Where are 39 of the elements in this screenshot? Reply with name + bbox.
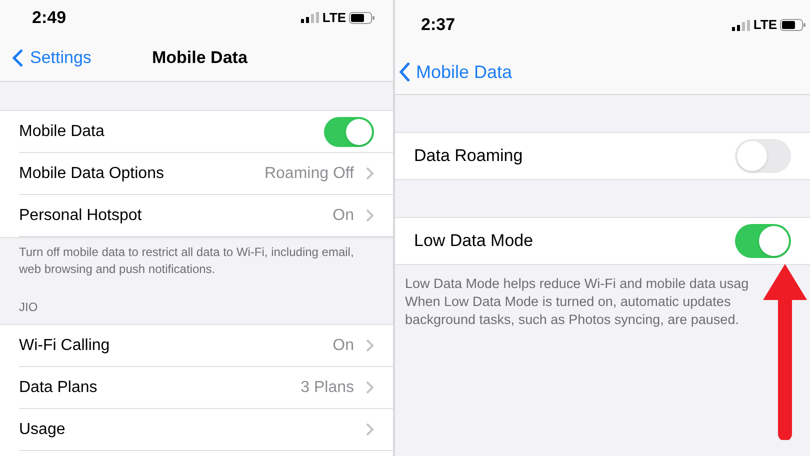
chevron-icon xyxy=(366,381,374,394)
back-chevron-icon xyxy=(12,48,24,68)
back-button[interactable]: Mobile Data xyxy=(395,58,512,86)
signal-icon xyxy=(732,20,750,30)
back-button[interactable]: Settings xyxy=(0,45,92,71)
row-value: On xyxy=(332,206,354,226)
row-label: Mobile Data xyxy=(19,122,106,142)
row-label: Low Data Mode xyxy=(414,230,534,252)
row-label: Usage xyxy=(19,420,66,440)
back-chevron-icon xyxy=(399,61,411,83)
footer-text-line: Low Data Mode helps reduce Wi-Fi and mobile data usag xyxy=(405,275,749,293)
toggle-switch[interactable] xyxy=(735,224,791,258)
battery-icon xyxy=(349,12,375,24)
row-label: Personal Hotspot xyxy=(19,206,143,226)
status-time: 2:37 xyxy=(421,14,456,36)
network-label: LTE xyxy=(322,8,346,27)
toggle-switch[interactable] xyxy=(324,116,374,146)
section-header: JIO xyxy=(19,299,38,316)
arrow-icon xyxy=(761,262,809,440)
row-value: Roaming Off xyxy=(264,164,354,184)
chevron-icon xyxy=(366,209,374,222)
nav-title: Mobile Data xyxy=(152,47,248,70)
row-label: Data Plans xyxy=(19,378,98,398)
row-label: Mobile Data Options xyxy=(19,164,165,184)
row-label: Wi-Fi Calling xyxy=(19,336,111,356)
chevron-icon xyxy=(366,167,374,180)
chevron-icon xyxy=(366,339,374,352)
footer-text-line: background tasks, such as Photos syncing, are paused. xyxy=(405,311,739,329)
toggle-switch[interactable] xyxy=(735,139,791,173)
section-footer: Turn off mobile data to restrict all data to Wi-Fi, including email, web browsing and push notifications. xyxy=(0,238,393,290)
status-time: 2:49 xyxy=(32,6,66,29)
row-label: Data Roaming xyxy=(414,145,524,168)
signal-icon xyxy=(301,12,320,23)
battery-icon xyxy=(780,19,806,31)
footer-text-line: When Low Data Mode is turned on, automatic updates xyxy=(405,293,731,311)
row-value: On xyxy=(332,336,354,356)
network-label: LTE xyxy=(753,16,777,34)
row-value: 3 Plans xyxy=(300,378,354,398)
chevron-icon xyxy=(366,423,374,436)
